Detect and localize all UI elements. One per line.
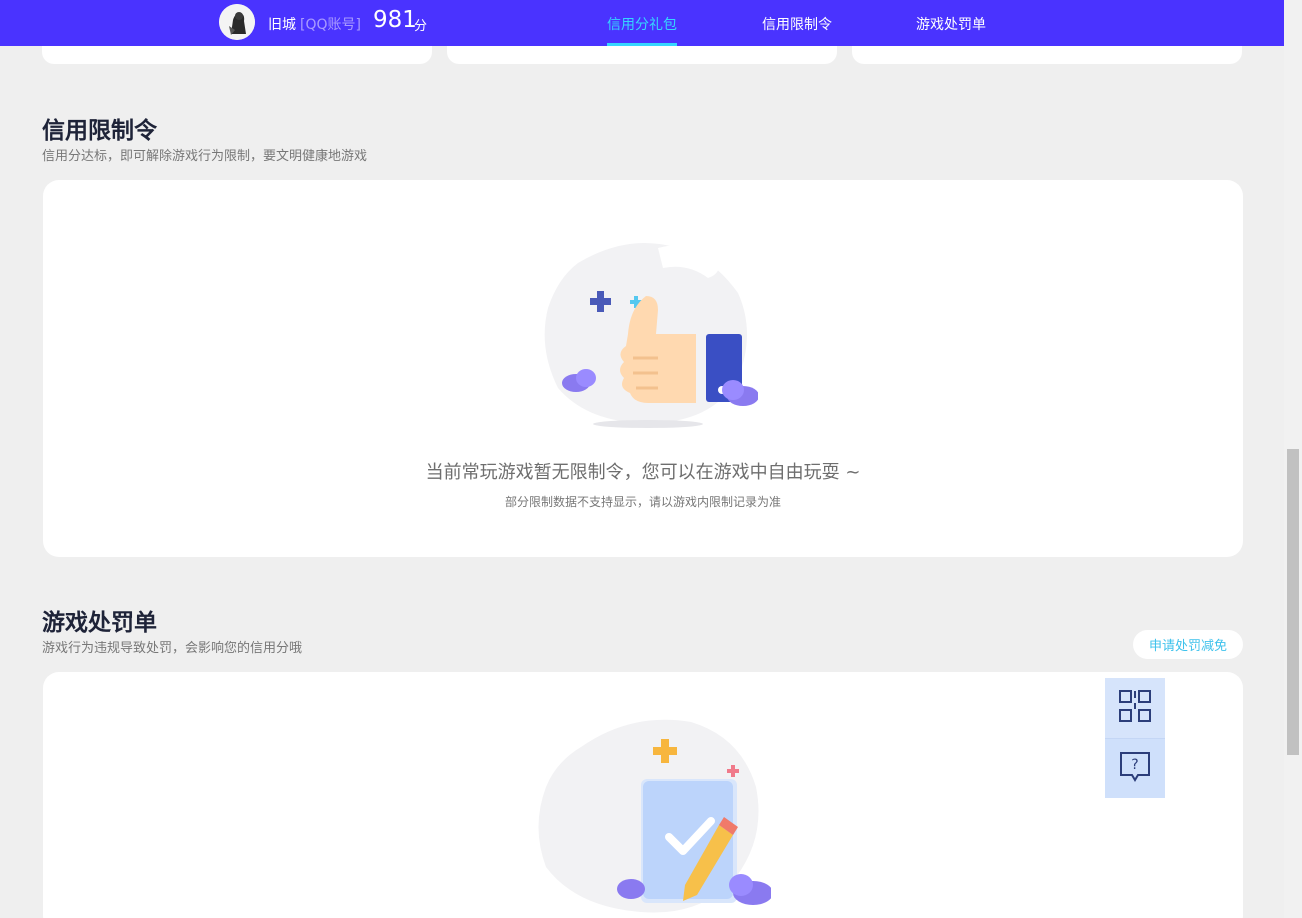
avatar[interactable] <box>219 4 255 40</box>
scrollbar-thumb[interactable] <box>1287 449 1299 755</box>
help-chat-icon: ? <box>1118 750 1152 788</box>
credit-score: 981 <box>373 7 417 33</box>
restriction-section-title: 信用限制令 <box>42 118 157 144</box>
checklist-illustration-icon <box>531 717 773 917</box>
top-navigation-bar: 旧城 [QQ账号] 981 分 信用分礼包 信用限制令 游戏处罚单 <box>0 0 1284 46</box>
restriction-section-desc: 信用分达标，即可解除游戏行为限制，要文明健康地游戏 <box>42 149 368 164</box>
nav-credit-gift[interactable]: 信用分礼包 <box>607 14 677 34</box>
help-feedback-button[interactable]: ? <box>1105 738 1165 798</box>
qr-code-icon <box>1118 689 1152 727</box>
svg-text:?: ? <box>1131 757 1138 773</box>
nav-credit-restriction[interactable]: 信用限制令 <box>762 14 832 34</box>
nav-game-penalty[interactable]: 游戏处罚单 <box>916 14 986 34</box>
account-type: [QQ账号] <box>300 17 361 33</box>
apply-penalty-reduction-button[interactable]: 申请处罚减免 <box>1133 630 1243 659</box>
user-name: 旧城 <box>268 17 296 33</box>
credit-score-unit: 分 <box>414 19 428 34</box>
empty-state-note: 部分限制数据不支持显示，请以游戏内限制记录为准 <box>504 495 781 509</box>
restriction-panel: 当前常玩游戏暂无限制令，您可以在游戏中自由玩耍 ~ 部分限制数据不支持显示，请以… <box>43 180 1243 557</box>
penalty-section-title: 游戏处罚单 <box>42 610 157 636</box>
floating-toolbar: ? <box>1105 678 1165 798</box>
nav-active-indicator <box>607 43 677 46</box>
penalty-panel <box>43 672 1243 918</box>
empty-state-message: 当前常玩游戏暂无限制令，您可以在游戏中自由玩耍 ~ <box>425 462 861 483</box>
thumbs-up-illustration-icon <box>538 238 759 433</box>
qr-code-button[interactable] <box>1105 678 1165 738</box>
penalty-section-desc: 游戏行为违规导致处罚，会影响您的信用分哦 <box>42 641 303 656</box>
